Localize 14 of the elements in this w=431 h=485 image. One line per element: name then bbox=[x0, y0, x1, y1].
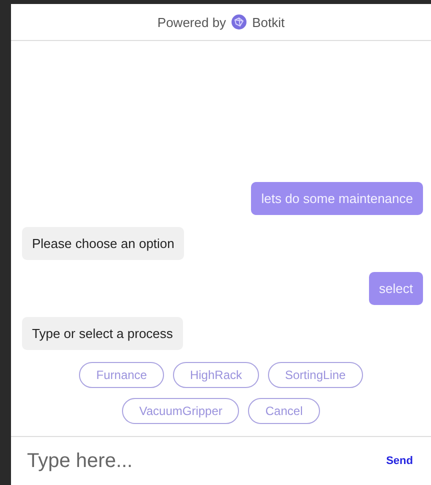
quick-reply-button[interactable]: Cancel bbox=[248, 398, 320, 424]
user-message: select bbox=[369, 272, 423, 305]
quick-reply-button[interactable]: HighRack bbox=[172, 362, 259, 388]
bot-message: Please choose an option bbox=[22, 227, 184, 260]
powered-by-label: Powered by bbox=[157, 14, 226, 30]
quick-reply-button[interactable]: Furnance bbox=[79, 362, 164, 388]
logo-icon bbox=[231, 14, 248, 30]
message-input[interactable]: Type here... bbox=[25, 448, 380, 474]
brand-name: Botkit bbox=[252, 14, 285, 30]
bot-message: Type or select a process bbox=[22, 317, 183, 350]
quick-reply-button[interactable]: SortingLine bbox=[268, 362, 363, 388]
user-message: lets do some maintenance bbox=[251, 182, 423, 215]
send-button[interactable]: Send bbox=[380, 454, 419, 468]
quick-reply-button[interactable]: VacuumGripper bbox=[122, 398, 240, 424]
